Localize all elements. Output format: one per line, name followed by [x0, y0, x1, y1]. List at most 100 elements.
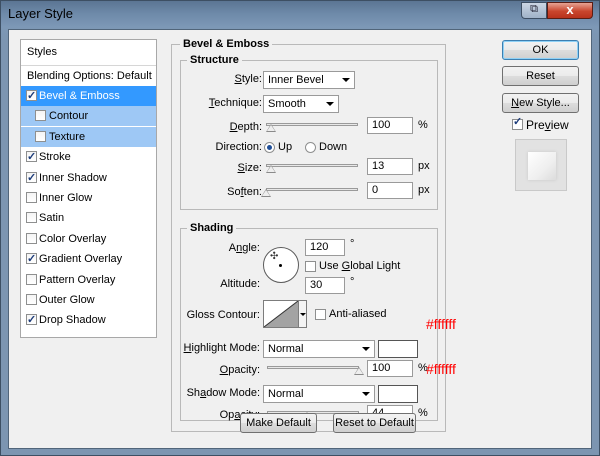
anti-aliased-label: Anti-aliased	[329, 308, 387, 320]
sidebar-item-checkbox[interactable]	[26, 168, 37, 188]
sidebar-item-texture[interactable]: Texture	[21, 126, 156, 147]
sidebar-item-checkbox[interactable]	[26, 232, 37, 244]
highlight-mode-label: Highlight Mode:	[183, 342, 260, 354]
angle-label: Angle:	[228, 242, 260, 254]
gloss-contour-thumbnail[interactable]	[263, 300, 299, 328]
style-select[interactable]: Inner Bevel	[263, 71, 355, 89]
sidebar-item-checkbox[interactable]	[26, 192, 37, 203]
sidebar-item-color-overlay[interactable]: Color Overlay	[21, 229, 156, 249]
sidebar-item-inner-glow[interactable]: Inner Glow	[21, 188, 156, 208]
sidebar-item-checkbox[interactable]	[26, 212, 37, 224]
sidebar-item-contour[interactable]: Contour	[21, 106, 156, 127]
sidebar-item-bevel-emboss[interactable]: Bevel & Emboss	[21, 86, 156, 106]
soften-slider-thumb[interactable]	[261, 189, 271, 197]
soften-label: Soften:	[227, 186, 262, 198]
depth-unit: %	[418, 119, 428, 131]
reset-to-default-button[interactable]: Reset to Default	[333, 413, 416, 433]
sidebar-item-checkbox[interactable]	[35, 130, 46, 142]
reset-button[interactable]: Reset	[502, 66, 579, 86]
styles-header[interactable]: Styles	[21, 42, 156, 62]
size-slider-track[interactable]	[266, 164, 358, 167]
angle-unit: °	[350, 238, 355, 250]
use-global-light-checkbox[interactable]	[305, 261, 316, 272]
ok-button[interactable]: OK	[502, 40, 579, 60]
technique-select[interactable]: Smooth	[263, 95, 339, 113]
altitude-input[interactable]: 30	[305, 277, 345, 294]
depth-input[interactable]: 100	[367, 117, 413, 134]
bevel-emboss-title: Bevel & Emboss	[180, 38, 273, 50]
styles-list: Styles Blending Options: Default Bevel &…	[20, 39, 157, 338]
highlight-color-swatch[interactable]	[378, 340, 418, 358]
sidebar-item-label: Satin	[39, 212, 65, 225]
style-value: Inner Bevel	[268, 74, 324, 86]
preview-checkbox[interactable]	[512, 115, 523, 130]
make-default-button[interactable]: Make Default	[240, 413, 317, 433]
preview-tile	[528, 152, 556, 180]
chevron-down-icon	[362, 392, 370, 396]
highlight-mode-select[interactable]: Normal	[263, 340, 375, 358]
sidebar-item-checkbox[interactable]	[35, 110, 46, 122]
highlight-opacity-track[interactable]	[267, 366, 359, 369]
shadow-hex-annotation: #ffffff	[426, 361, 456, 377]
altitude-unit: °	[350, 276, 355, 288]
contour-curve	[264, 301, 298, 327]
sidebar-item-inner-shadow[interactable]: Inner Shadow	[21, 168, 156, 188]
sidebar-item-checkbox[interactable]	[26, 86, 37, 106]
shadow-mode-value: Normal	[268, 388, 304, 400]
sidebar-item-checkbox[interactable]	[26, 249, 37, 269]
sidebar-item-label: Inner Glow	[39, 192, 93, 204]
shading-group: Shading Angle: ✣ 120 ° Use Global Light …	[180, 222, 438, 422]
shadow-color-swatch[interactable]	[378, 385, 418, 403]
sidebar-item-stroke[interactable]: Stroke	[21, 147, 156, 167]
close-button[interactable]: x	[547, 2, 593, 19]
gloss-contour-dropdown[interactable]	[298, 300, 307, 328]
use-global-light-label: Use Global Light	[319, 260, 401, 272]
size-unit: px	[418, 160, 430, 172]
styles-label: Styles	[27, 46, 57, 58]
direction-label: Direction:	[215, 141, 262, 153]
preview-label: Preview	[526, 118, 569, 132]
direction-up-label: Up	[278, 141, 293, 153]
highlight-opacity-input[interactable]: 100	[367, 360, 413, 377]
soften-slider-track[interactable]	[266, 188, 358, 191]
sidebar-item-drop-shadow[interactable]: Drop Shadow	[21, 310, 156, 330]
anti-aliased-checkbox[interactable]	[315, 309, 326, 320]
shadow-mode-select[interactable]: Normal	[263, 385, 375, 403]
direction-down-label: Down	[319, 141, 348, 153]
sidebar-item-label: Pattern Overlay	[39, 273, 116, 286]
depth-label: Depth:	[229, 121, 262, 133]
blending-options[interactable]: Blending Options: Default	[21, 66, 156, 86]
angle-dot	[279, 264, 282, 267]
structure-title: Structure	[187, 54, 242, 66]
depth-slider-thumb[interactable]	[265, 124, 276, 132]
help-icon: ⧉	[530, 3, 538, 15]
shadow-opacity-unit: %	[418, 407, 428, 419]
sidebar-item-checkbox[interactable]	[26, 147, 37, 167]
sidebar-item-checkbox[interactable]	[26, 310, 37, 330]
depth-slider-track[interactable]	[266, 123, 358, 126]
sidebar-item-checkbox[interactable]	[26, 294, 37, 305]
crosshair-icon: ✣	[270, 251, 279, 262]
new-style-button[interactable]: New Style...	[502, 93, 579, 113]
angle-input[interactable]: 120	[305, 239, 345, 256]
size-input[interactable]: 13	[367, 158, 413, 175]
help-button[interactable]: ⧉	[521, 2, 547, 19]
soften-input[interactable]: 0	[367, 182, 413, 199]
highlight-opacity-thumb[interactable]	[354, 367, 364, 375]
sidebar-item-checkbox[interactable]	[26, 273, 37, 285]
sidebar-item-pattern-overlay[interactable]: Pattern Overlay	[21, 270, 156, 290]
sidebar-item-outer-glow[interactable]: Outer Glow	[21, 290, 156, 310]
chevron-down-icon	[362, 347, 370, 351]
sidebar-item-gradient-overlay[interactable]: Gradient Overlay	[21, 249, 156, 269]
sidebar-item-satin[interactable]: Satin	[21, 208, 156, 228]
direction-up-radio[interactable]	[264, 142, 275, 153]
highlight-mode-value: Normal	[268, 343, 304, 355]
technique-label: Technique:	[208, 97, 262, 109]
shading-title: Shading	[187, 222, 237, 234]
sidebar-item-label: Drop Shadow	[39, 314, 106, 327]
size-slider-thumb[interactable]	[265, 165, 276, 173]
angle-dial[interactable]: ✣	[263, 247, 299, 283]
title-bar[interactable]: Layer Style ⧉ x	[1, 1, 599, 29]
direction-down-radio[interactable]	[305, 142, 316, 153]
sidebar-item-label: Outer Glow	[39, 294, 95, 306]
